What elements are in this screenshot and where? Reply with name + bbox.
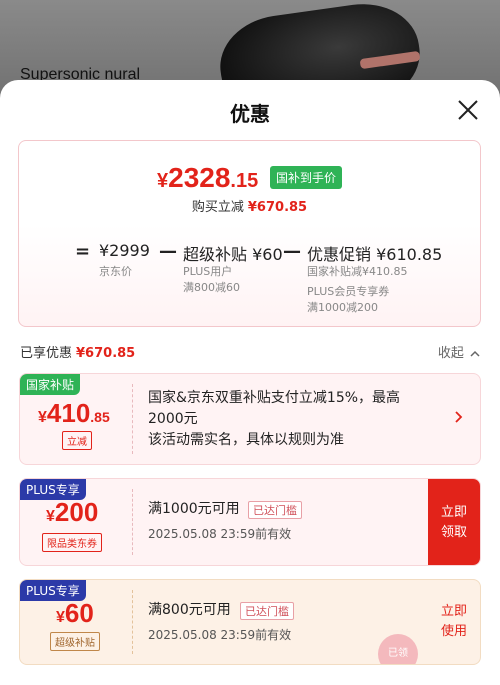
promo-national-subsidy: 国家补贴减¥410.85 [307, 265, 408, 278]
national-subsidy-coupon[interactable]: 国家补贴 ¥410.85 立减 国家&京东双重补贴支付立减15%，最高 2000… [19, 373, 481, 465]
final-price: ¥2328.15 [157, 162, 258, 194]
coupon-description-line: 国家&京东双重补贴支付立减15%，最高 [148, 390, 401, 406]
plus-subsidy-user: PLUS用户 [183, 265, 233, 278]
plus-subsidy-rule: 满800减60 [183, 281, 240, 294]
plus-subsidy-value: ¥60 [252, 245, 283, 264]
national-subsidy-badge: 国家补贴 [20, 374, 81, 395]
plus-coupon-200: PLUS专享 ¥200 限品类东券 满1000元可用 已达门槛 2025.05.… [19, 478, 481, 566]
coupon-tag: 立减 [62, 431, 92, 450]
coupon-title: 满800元可用 [148, 602, 231, 618]
coupon-expiry: 2025.05.08 23:59前有效 [148, 527, 292, 541]
enjoyed-savings: 已享优惠 ¥670.85 [20, 342, 135, 361]
base-price: ¥2999 [99, 241, 150, 260]
claim-now-label: 立即 [440, 505, 467, 520]
coupon-currency: ¥ [56, 609, 65, 626]
instant-save-label: 购买立减 [191, 200, 244, 215]
plus-subsidy: 超级补贴 ¥60 [183, 241, 283, 265]
coupon-currency: ¥ [38, 409, 47, 426]
offers-sheet: 优惠 ¥2328.15 国补到手价 购买立减 ¥670.85 = ¥2999 京东… [0, 80, 500, 685]
sheet-title: 优惠 [230, 102, 270, 126]
threshold-reached-tag: 已达门槛 [248, 501, 302, 519]
chevron-up-icon [470, 350, 480, 357]
claim-now-button[interactable]: 立即 领取 [428, 479, 480, 565]
coupon-tag: 超级补贴 [50, 632, 100, 651]
collapse-label: 收起 [437, 346, 464, 361]
coupon-integer: 200 [54, 497, 99, 527]
coupon-description-line: 2000元 [148, 411, 198, 427]
subsidy-price-badge: 国补到手价 [270, 166, 343, 189]
coupon-integer: 60 [64, 598, 94, 628]
final-price-currency: ¥ [157, 170, 169, 192]
plus-subsidy-label: 超级补贴 [183, 245, 248, 264]
use-now-button[interactable]: 立即 使用 [428, 580, 480, 664]
instant-save-line: 购买立减 ¥670.85 [19, 196, 480, 215]
promo-plus-coupon-rule: 满1000减200 [307, 301, 378, 314]
coupon-amount: ¥410.85 [38, 398, 110, 429]
enjoyed-savings-label: 已享优惠 [20, 346, 73, 361]
equals-sign: = [75, 241, 91, 262]
promo-discount-value: ¥610.85 [376, 245, 443, 264]
coupon-description-line: 该活动需实名，具体以规则为准 [148, 432, 344, 448]
coupon-expiry: 2025.05.08 23:59前有效 [148, 628, 292, 642]
enjoyed-savings-amount: ¥670.85 [76, 346, 136, 361]
coupon-divider [132, 489, 133, 555]
close-icon[interactable] [456, 98, 480, 122]
coupon-title: 满1000元可用 [148, 501, 240, 517]
screen: Supersonic nural 优惠 ¥2328.15 国补到手价 购买立减 ¥… [0, 0, 500, 685]
chevron-right-icon[interactable] [454, 410, 464, 424]
coupon-amount: ¥60 [56, 598, 94, 629]
promo-plus-coupon: PLUS会员专享券 [307, 285, 390, 298]
coupon-divider [132, 590, 133, 654]
plus-coupon-60: PLUS专享 ¥60 超级补贴 满800元可用 已达门槛 2025.05.08 … [19, 579, 481, 665]
coupon-amount: ¥200 [46, 497, 98, 528]
instant-save-amount: ¥670.85 [247, 200, 308, 215]
threshold-reached-tag: 已达门槛 [240, 602, 294, 620]
coupon-currency: ¥ [46, 508, 55, 525]
claim-now-label: 领取 [440, 525, 467, 540]
coupon-decimal: .85 [90, 409, 110, 425]
coupon-divider [132, 384, 133, 454]
final-price-decimal: .15 [230, 170, 259, 192]
price-summary-card: ¥2328.15 国补到手价 购买立减 ¥670.85 = ¥2999 京东价 —… [18, 140, 481, 327]
coupon-tag: 限品类东券 [42, 533, 102, 552]
coupon-integer: 410 [46, 398, 91, 428]
use-now-label: 使用 [440, 624, 467, 639]
base-price-label: 京东价 [99, 265, 132, 278]
claimed-stamp: 已领 [378, 634, 418, 664]
minus-sign-2: — [283, 241, 301, 262]
use-now-label: 立即 [440, 604, 467, 619]
minus-sign-1: — [159, 241, 177, 262]
final-price-integer: 2328 [168, 162, 231, 193]
promo-discount-label: 优惠促销 [307, 245, 372, 264]
coupon-description: 国家&京东双重补贴支付立减15%，最高 2000元 该活动需实名，具体以规则为准 [148, 388, 438, 451]
promo-discount: 优惠促销 ¥610.85 [307, 241, 442, 265]
collapse-button[interactable]: 收起 [438, 342, 480, 361]
